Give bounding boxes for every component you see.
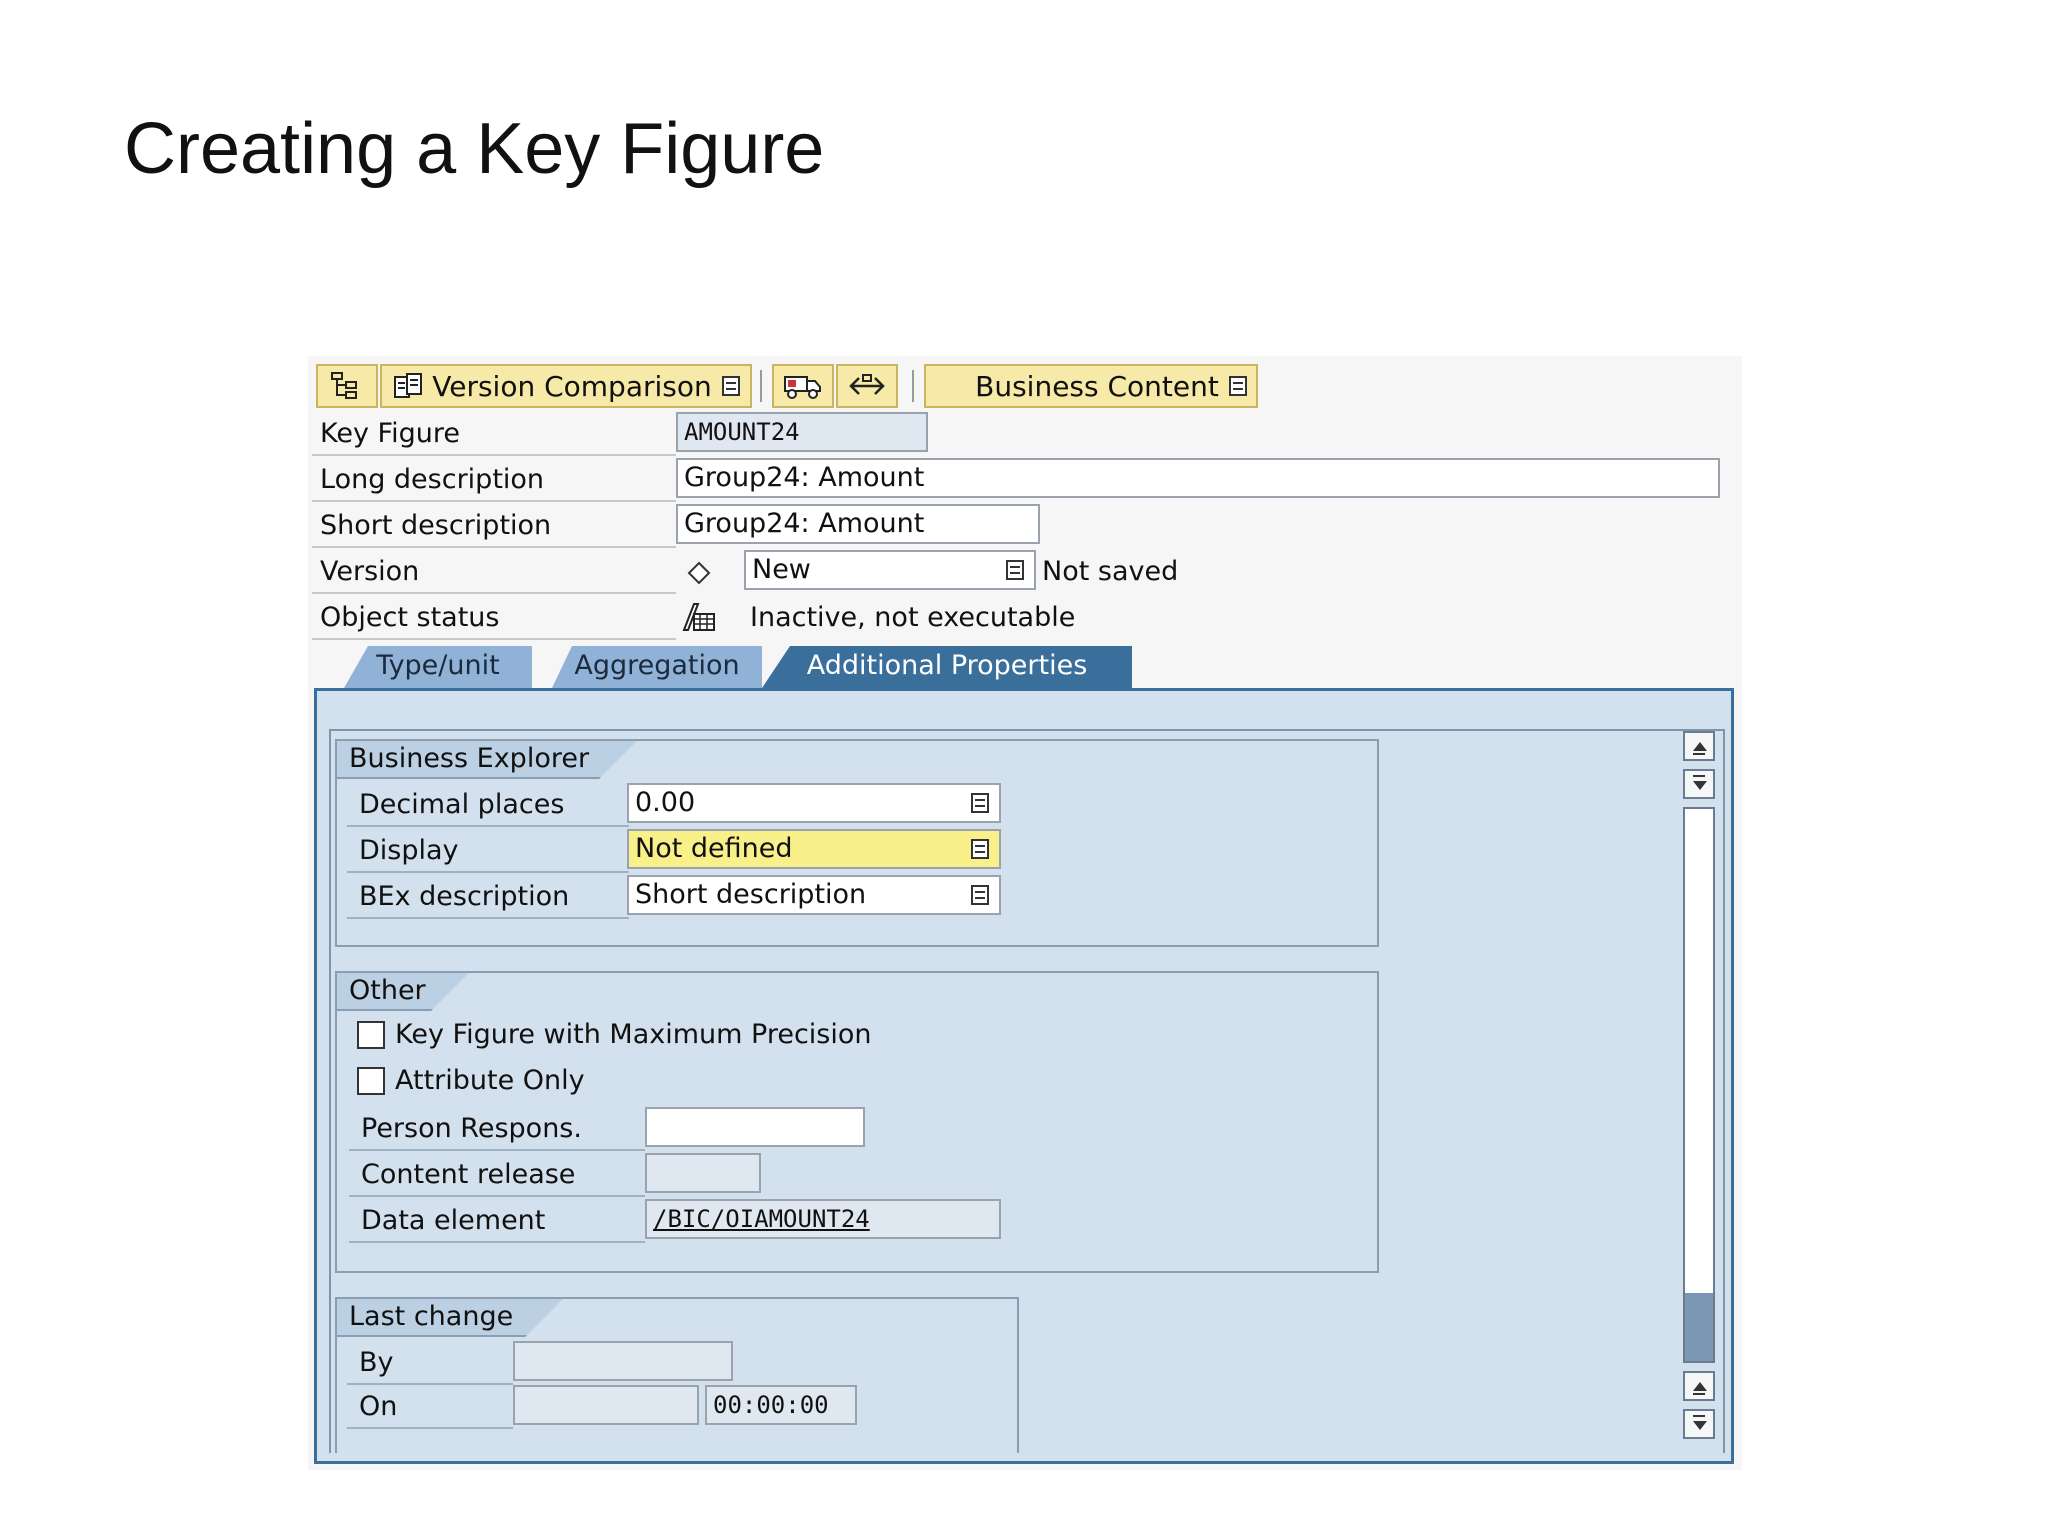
last-change-by-label: By <box>347 1343 513 1385</box>
diamond-icon <box>687 561 711 585</box>
long-description-label: Long description <box>312 460 676 502</box>
last-change-group: Last change By On 00:00:00 <box>335 1297 1019 1453</box>
display-dropdown[interactable]: Not defined <box>627 829 1001 869</box>
content-release-field[interactable] <box>645 1153 761 1193</box>
max-precision-label: Key Figure with Maximum Precision <box>395 1019 872 1050</box>
object-status-text: Inactive, not executable <box>750 602 1076 633</box>
last-change-time-field[interactable]: 00:00:00 <box>705 1385 857 1425</box>
truck-icon <box>784 376 821 399</box>
long-description-field[interactable]: Group24: Amount <box>676 458 1720 498</box>
short-description-field[interactable]: Group24: Amount <box>676 504 1040 544</box>
other-group: Other Key Figure with Maximum Precision … <box>335 971 1379 1273</box>
transport-button[interactable] <box>772 364 834 408</box>
business-explorer-group: Business Explorer Decimal places 0.00 Di… <box>335 739 1379 947</box>
where-used-icon <box>849 374 885 395</box>
person-respons-label: Person Respons. <box>349 1109 645 1151</box>
dropdown-icon <box>971 885 989 905</box>
last-change-by-field[interactable] <box>513 1341 733 1381</box>
where-used-button[interactable] <box>836 364 898 408</box>
business-content-label: Business Content <box>975 369 1219 403</box>
key-figure-field[interactable]: AMOUNT24 <box>676 412 928 452</box>
toolbar-separator <box>912 370 914 402</box>
inactive-object-icon <box>682 603 715 631</box>
decimal-places-value: 0.00 <box>635 787 696 818</box>
dropdown-icon <box>971 839 989 859</box>
version-comparison-button[interactable]: Version Comparison <box>380 364 752 408</box>
scroll-up-button[interactable] <box>1683 1371 1715 1401</box>
decimal-places-label: Decimal places <box>347 785 629 827</box>
display-label: Display <box>347 831 629 873</box>
content-release-label: Content release <box>349 1155 645 1197</box>
tab-aggregation[interactable]: Aggregation <box>552 646 762 688</box>
hierarchy-button[interactable] <box>316 364 378 408</box>
version-comparison-icon <box>394 373 423 398</box>
dropdown-menu-icon <box>721 376 740 396</box>
display-value: Not defined <box>635 833 793 864</box>
version-value: New <box>752 554 811 585</box>
object-status-label: Object status <box>312 598 676 640</box>
short-description-label: Short description <box>312 506 676 548</box>
hierarchy-icon <box>331 372 357 399</box>
bex-description-dropdown[interactable]: Short description <box>627 875 1001 915</box>
tab-additional-properties[interactable]: Additional Properties <box>762 646 1132 688</box>
tab-type-unit[interactable]: Type/unit <box>344 646 532 688</box>
dropdown-icon <box>1006 560 1024 580</box>
person-respons-field[interactable] <box>645 1107 865 1147</box>
data-element-label: Data element <box>349 1201 645 1243</box>
max-precision-checkbox[interactable] <box>357 1021 385 1049</box>
last-change-date-field[interactable] <box>513 1385 699 1425</box>
sap-key-figure-window: Version Comparison Business Content Key … <box>308 356 1742 1470</box>
scrollbar-track[interactable] <box>1683 807 1715 1363</box>
toolbar-separator <box>760 370 762 402</box>
bex-description-value: Short description <box>635 879 867 910</box>
data-element-link[interactable]: /BIC/OIAMOUNT24 <box>645 1199 1001 1239</box>
dropdown-icon <box>971 793 989 813</box>
business-explorer-title: Business Explorer <box>337 741 637 779</box>
attribute-only-checkbox[interactable] <box>357 1067 385 1095</box>
other-title: Other <box>337 973 469 1011</box>
last-change-title: Last change <box>337 1299 563 1337</box>
bex-description-label: BEx description <box>347 877 629 919</box>
dropdown-menu-icon <box>1228 376 1247 396</box>
scroll-page-down-button[interactable] <box>1683 769 1715 799</box>
last-change-on-label: On <box>347 1387 513 1429</box>
scroll-area: Business Explorer Decimal places 0.00 Di… <box>329 729 1725 1453</box>
key-figure-label: Key Figure <box>312 414 676 456</box>
attribute-only-label: Attribute Only <box>395 1065 585 1096</box>
scrollbar-thumb[interactable] <box>1685 1293 1713 1361</box>
business-content-button[interactable]: Business Content <box>924 364 1258 408</box>
version-comparison-label: Version Comparison <box>432 369 712 403</box>
decimal-places-dropdown[interactable]: 0.00 <box>627 783 1001 823</box>
tab-content-panel: Business Explorer Decimal places 0.00 Di… <box>314 688 1734 1464</box>
version-status-text: Not saved <box>1042 556 1179 587</box>
version-dropdown[interactable]: New <box>744 550 1036 590</box>
slide-title: Creating a Key Figure <box>124 109 825 189</box>
scroll-page-up-button[interactable] <box>1683 731 1715 761</box>
version-label: Version <box>312 552 676 594</box>
scroll-down-button[interactable] <box>1683 1409 1715 1439</box>
